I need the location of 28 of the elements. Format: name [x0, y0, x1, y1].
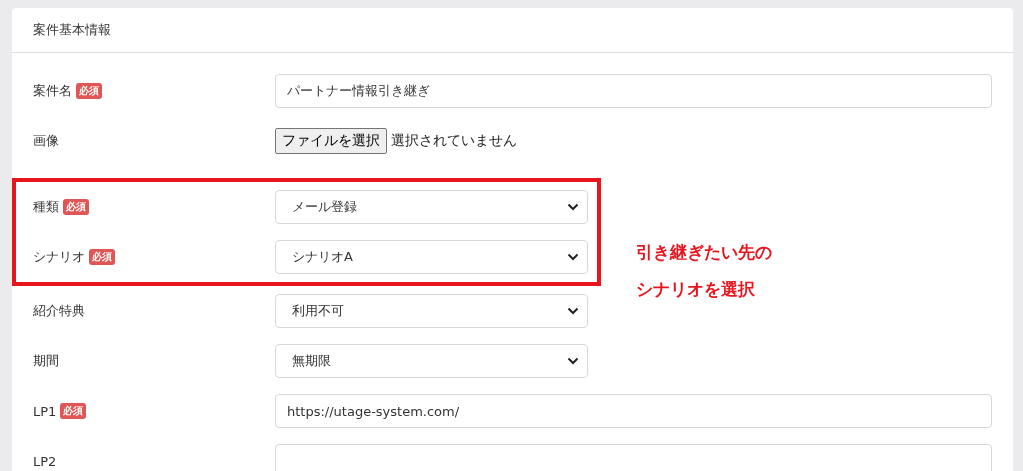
required-badge: 必須: [63, 199, 89, 215]
file-button[interactable]: ファイルを選択: [275, 128, 387, 154]
card-title: 案件基本情報: [33, 21, 111, 39]
chevron-down-icon: [567, 203, 579, 211]
field-label: 案件名: [33, 82, 72, 100]
field-label: LP2: [33, 453, 57, 469]
file-status: 選択されていません: [391, 132, 517, 150]
chevron-down-icon: [567, 357, 579, 365]
required-badge: 必須: [89, 249, 115, 265]
select-field[interactable]: メール登録: [275, 190, 588, 224]
required-badge: 必須: [60, 403, 87, 419]
chevron-down-icon: [567, 307, 579, 315]
required-badge: 必須: [76, 83, 102, 99]
chevron-down-icon: [567, 253, 579, 261]
field-label: 期間: [33, 352, 59, 370]
input-field[interactable]: パートナー情報引き継ぎ: [275, 74, 992, 108]
select-field[interactable]: 無期限: [275, 344, 588, 378]
input-field[interactable]: https://utage-system.com/: [275, 394, 992, 428]
field-label: シナリオ: [33, 248, 85, 266]
field-label: 種類: [33, 198, 59, 216]
field-label: 画像: [33, 132, 59, 150]
field-label: 紹介特典: [33, 302, 85, 320]
select-field[interactable]: シナリオA: [275, 240, 588, 274]
field-label: LP1: [33, 403, 57, 419]
annotation-text: シナリオを選択: [636, 278, 756, 301]
input-field[interactable]: [275, 444, 992, 471]
annotation-text: 引き継ぎたい先の: [636, 241, 772, 264]
select-field[interactable]: 利用不可: [275, 294, 588, 328]
